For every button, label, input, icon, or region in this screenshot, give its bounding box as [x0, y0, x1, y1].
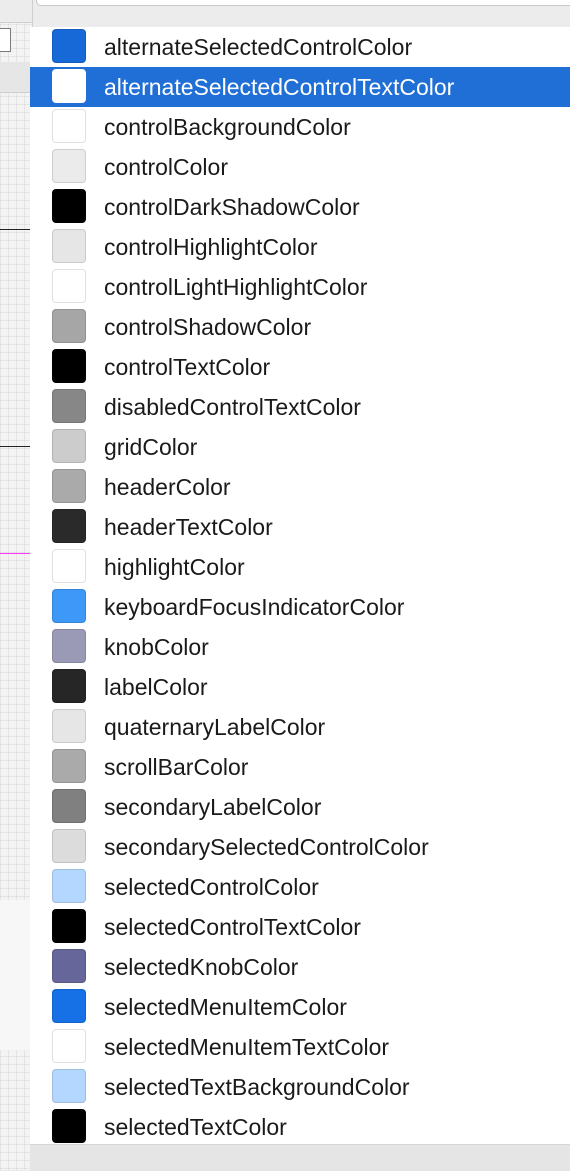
color-name-label: labelColor: [104, 674, 208, 700]
color-menu-item[interactable]: quaternaryLabelColor: [30, 707, 570, 747]
color-swatch: [52, 869, 86, 903]
color-name-label: controlLightHighlightColor: [104, 274, 368, 300]
color-swatch: [52, 69, 86, 103]
color-menu-item[interactable]: keyboardFocusIndicatorColor: [30, 587, 570, 627]
color-menu-item[interactable]: secondaryLabelColor: [30, 787, 570, 827]
color-swatch: [52, 909, 86, 943]
color-menu-item[interactable]: secondarySelectedControlColor: [30, 827, 570, 867]
color-menu-item[interactable]: labelColor: [30, 667, 570, 707]
color-popup-menu: alternateSelectedControlColor alternateSe…: [30, 27, 570, 1144]
color-name-label: headerColor: [104, 474, 231, 500]
color-swatch: [52, 549, 86, 583]
color-swatch: [52, 29, 86, 63]
color-name-label: disabledControlTextColor: [104, 394, 361, 420]
color-menu-item[interactable]: selectedControlTextColor: [30, 907, 570, 947]
color-swatch: [52, 309, 86, 343]
color-name-label: selectedTextColor: [104, 1114, 287, 1140]
color-swatch: [52, 949, 86, 983]
color-swatch: [52, 149, 86, 183]
color-name-label: headerTextColor: [104, 514, 273, 540]
color-swatch: [52, 1029, 86, 1063]
canvas-guide-line: [0, 446, 32, 447]
editor-header-strip: [0, 62, 32, 93]
popup-footer: [30, 1144, 570, 1171]
color-name-label: gridColor: [104, 434, 198, 460]
color-swatch: [52, 789, 86, 823]
color-swatch: [52, 1069, 86, 1103]
color-menu-item[interactable]: selectedMenuItemColor: [30, 987, 570, 1027]
color-menu-item[interactable]: controlHighlightColor: [30, 227, 570, 267]
color-name-label: alternateSelectedControlTextColor: [104, 74, 455, 100]
color-swatch: [52, 509, 86, 543]
color-name-label: selectedMenuItemColor: [104, 994, 347, 1020]
editor-checkbox[interactable]: [0, 28, 11, 52]
color-menu-item[interactable]: selectedKnobColor: [30, 947, 570, 987]
color-swatch: [52, 349, 86, 383]
color-menu-item[interactable]: controlDarkShadowColor: [30, 187, 570, 227]
editor-toolbar: [0, 0, 32, 23]
color-swatch: [52, 629, 86, 663]
color-menu-item[interactable]: headerColor: [30, 467, 570, 507]
color-menu-item[interactable]: controlTextColor: [30, 347, 570, 387]
color-name-label: controlColor: [104, 154, 228, 180]
color-swatch: [52, 669, 86, 703]
color-swatch: [52, 989, 86, 1023]
color-menu-item[interactable]: scrollBarColor: [30, 747, 570, 787]
color-name-label: controlDarkShadowColor: [104, 194, 360, 220]
canvas-selection-guide: [0, 553, 32, 554]
color-menu-item[interactable]: selectedMenuItemTextColor: [30, 1027, 570, 1067]
color-swatch: [52, 709, 86, 743]
color-name-label: controlShadowColor: [104, 314, 312, 340]
color-name-label: selectedTextBackgroundColor: [104, 1074, 410, 1100]
color-menu-item[interactable]: controlLightHighlightColor: [30, 267, 570, 307]
color-name-label: keyboardFocusIndicatorColor: [104, 594, 405, 620]
color-menu-item[interactable]: selectedTextColor: [30, 1107, 570, 1147]
color-menu-item[interactable]: controlBackgroundColor: [30, 107, 570, 147]
color-name-label: selectedControlTextColor: [104, 914, 361, 940]
color-name-label: secondaryLabelColor: [104, 794, 322, 820]
color-menu-item[interactable]: gridColor: [30, 427, 570, 467]
color-name-label: controlHighlightColor: [104, 234, 318, 260]
search-field[interactable]: [36, 0, 570, 6]
color-name-label: selectedControlColor: [104, 874, 319, 900]
color-menu-item[interactable]: alternateSelectedControlTextColor: [30, 67, 570, 107]
color-name-label: controlTextColor: [104, 354, 271, 380]
color-name-label: quaternaryLabelColor: [104, 714, 326, 740]
color-name-label: alternateSelectedControlColor: [104, 34, 413, 60]
color-menu-item[interactable]: controlColor: [30, 147, 570, 187]
color-swatch: [52, 389, 86, 423]
editor-panel: [0, 900, 32, 1050]
color-name-label: controlBackgroundColor: [104, 114, 351, 140]
color-swatch: [52, 189, 86, 223]
color-swatch: [52, 429, 86, 463]
color-swatch: [52, 269, 86, 303]
color-menu-item[interactable]: knobColor: [30, 627, 570, 667]
color-menu-item[interactable]: disabledControlTextColor: [30, 387, 570, 427]
color-name-label: secondarySelectedControlColor: [104, 834, 429, 860]
color-name-label: highlightColor: [104, 554, 245, 580]
color-name-label: selectedKnobColor: [104, 954, 299, 980]
color-name-label: knobColor: [104, 634, 209, 660]
color-menu-item[interactable]: selectedControlColor: [30, 867, 570, 907]
color-menu-item[interactable]: headerTextColor: [30, 507, 570, 547]
color-menu-item[interactable]: highlightColor: [30, 547, 570, 587]
color-menu-item[interactable]: selectedTextBackgroundColor: [30, 1067, 570, 1107]
color-swatch: [52, 589, 86, 623]
color-swatch: [52, 829, 86, 863]
color-swatch: [52, 749, 86, 783]
color-name-label: scrollBarColor: [104, 754, 249, 780]
color-swatch: [52, 1109, 86, 1143]
color-swatch: [52, 229, 86, 263]
color-swatch: [52, 469, 86, 503]
color-menu-item[interactable]: controlShadowColor: [30, 307, 570, 347]
color-swatch: [52, 109, 86, 143]
canvas-guide-line: [0, 229, 32, 230]
color-menu-item[interactable]: alternateSelectedControlColor: [30, 27, 570, 67]
color-name-label: selectedMenuItemTextColor: [104, 1034, 390, 1060]
